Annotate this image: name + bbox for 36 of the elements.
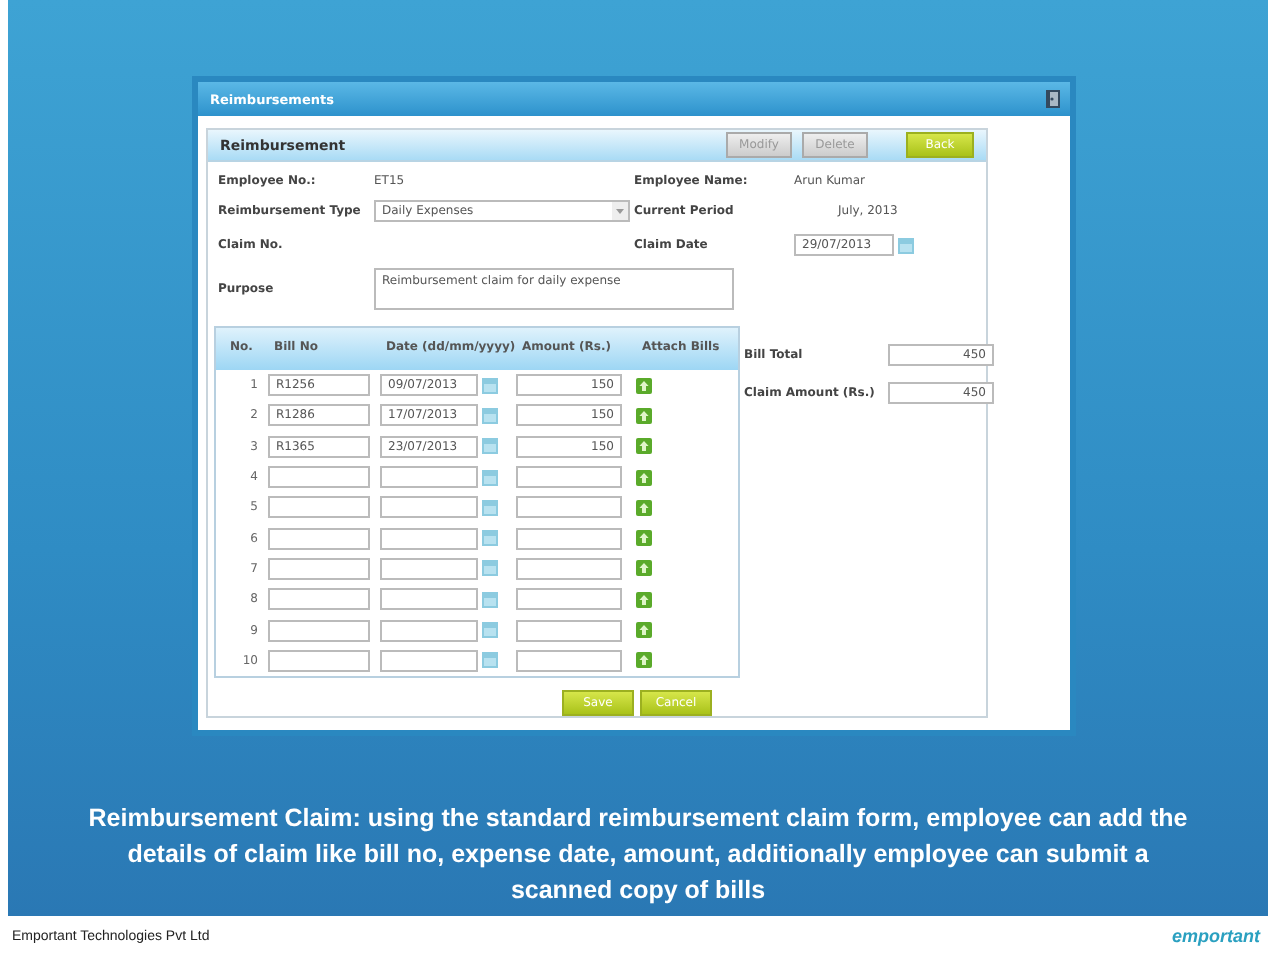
company-logo: emportant	[1171, 926, 1260, 946]
bill-no-field[interactable]	[268, 527, 370, 550]
date-field[interactable]	[380, 619, 478, 642]
upload-icon[interactable]	[636, 407, 652, 424]
upload-icon[interactable]	[636, 438, 652, 455]
upload-icon[interactable]	[636, 530, 652, 547]
bill-no-field[interactable]	[268, 466, 370, 489]
caret-icon	[612, 202, 628, 221]
amount-field[interactable]	[516, 619, 622, 642]
upload-icon[interactable]	[636, 622, 652, 639]
slide-caption: Reimbursement Claim: using the standard reimbursement claim form, employee can add the details of claim like bill no, expense date, amount, additionally employee can submit a scanned copy of bills	[86, 802, 1190, 908]
upload-icon[interactable]	[636, 560, 652, 577]
exit-icon[interactable]	[1044, 88, 1064, 110]
amount-field[interactable]	[516, 496, 622, 519]
date-field[interactable]	[380, 588, 478, 611]
bill-no-field[interactable]	[268, 496, 370, 519]
bill-no-field[interactable]	[268, 649, 370, 672]
amount-field[interactable]	[516, 466, 622, 489]
upload-icon[interactable]	[636, 652, 652, 669]
date-field[interactable]	[380, 527, 478, 550]
date-field[interactable]	[380, 557, 478, 580]
date-field[interactable]	[380, 649, 478, 672]
amount-field[interactable]	[516, 649, 622, 672]
upload-icon[interactable]	[636, 469, 652, 486]
bill-no-field[interactable]	[268, 557, 370, 580]
upload-icon[interactable]	[636, 591, 652, 608]
date-field[interactable]	[380, 496, 478, 519]
upload-icon[interactable]	[636, 499, 652, 516]
amount-field[interactable]	[516, 557, 622, 580]
calendar-icon[interactable]	[898, 237, 914, 254]
bill-no-field[interactable]	[268, 588, 370, 611]
date-field[interactable]	[380, 466, 478, 489]
upload-icon[interactable]	[636, 377, 652, 394]
bill-no-field[interactable]	[268, 619, 370, 642]
amount-field[interactable]	[516, 527, 622, 550]
amount-field[interactable]	[516, 588, 622, 611]
